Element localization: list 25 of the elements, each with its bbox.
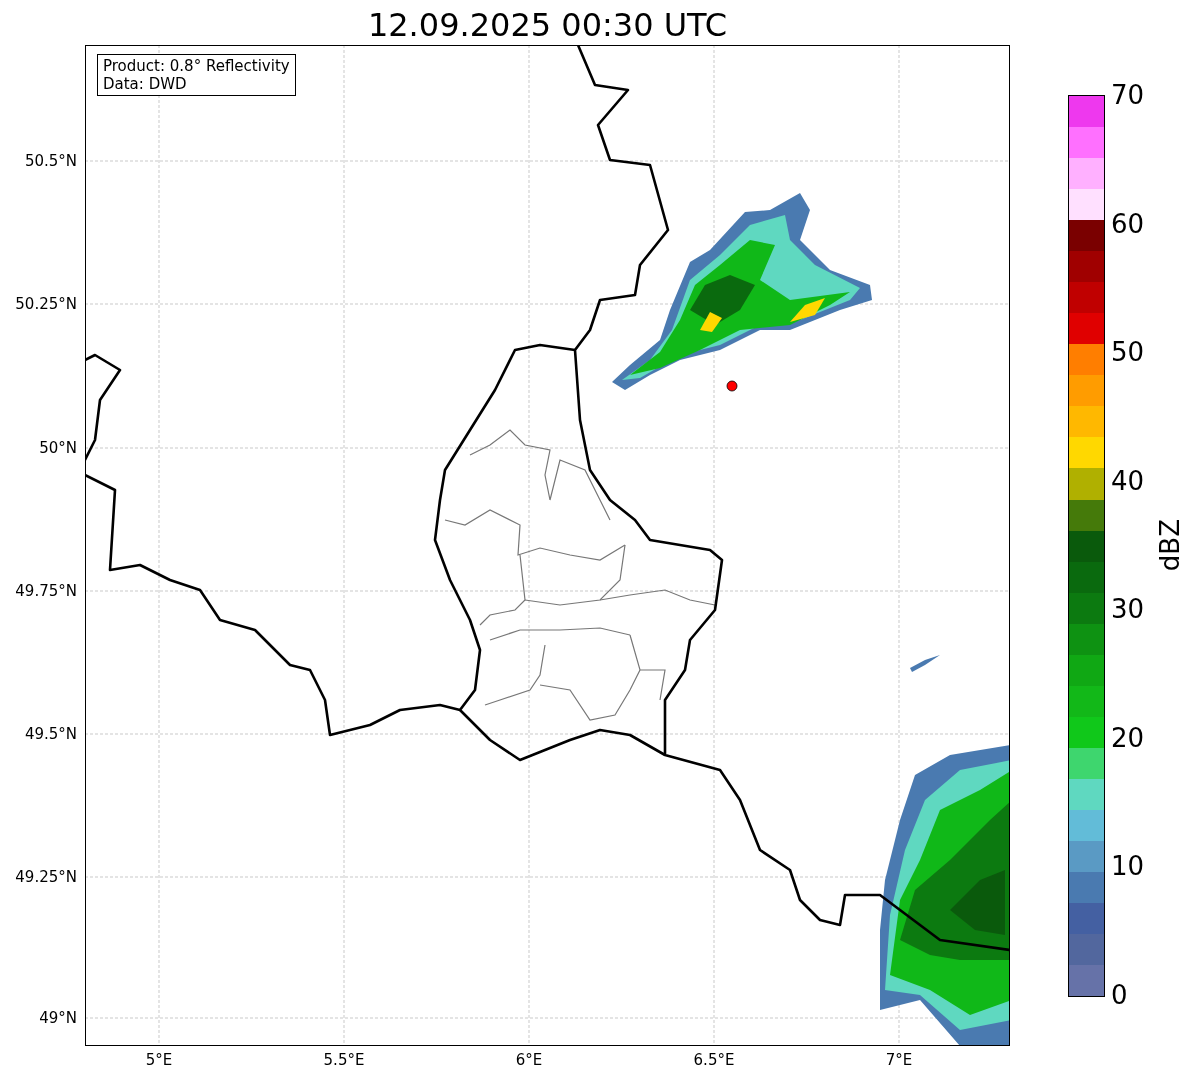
- latitude-label: 50°N: [39, 439, 77, 457]
- latitude-label: 50.5°N: [24, 152, 77, 170]
- colorbar-tick-label: 20: [1111, 722, 1145, 753]
- colorbar-tick-label: 40: [1111, 465, 1145, 496]
- latitude-label: 49°N: [39, 1009, 77, 1027]
- colorbar-tick-label: 60: [1111, 208, 1145, 239]
- colorbar-label: dBZ: [1155, 519, 1185, 572]
- longitude-label: 7°E: [885, 1051, 913, 1069]
- longitude-label: 6°E: [515, 1051, 543, 1069]
- legend-text: Data: DWD: [103, 75, 188, 93]
- colorbar-tick-label: 10: [1111, 851, 1145, 882]
- legend-text: Product: 0.8° Reflectivity: [103, 57, 290, 75]
- latitude-label: 49.5°N: [24, 725, 77, 743]
- radar-site-marker: [726, 380, 738, 392]
- longitude-label: 6.5°E: [693, 1051, 735, 1069]
- latitude-label: 49.75°N: [15, 582, 77, 600]
- longitude-label: 5°E: [145, 1051, 173, 1069]
- colorbar-tick-label: 30: [1111, 594, 1145, 625]
- latitude-label: 50.25°N: [15, 295, 77, 313]
- latitude-label: 49.25°N: [15, 868, 77, 886]
- chart-title: 12.09.2025 00:30 UTC: [367, 5, 728, 45]
- colorbar-tick-label: 70: [1111, 80, 1145, 110]
- colorbar-tick-label: 50: [1111, 337, 1145, 368]
- longitude-label: 5.5°E: [323, 1051, 365, 1069]
- colorbar-tick-label: 0: [1111, 980, 1128, 1010]
